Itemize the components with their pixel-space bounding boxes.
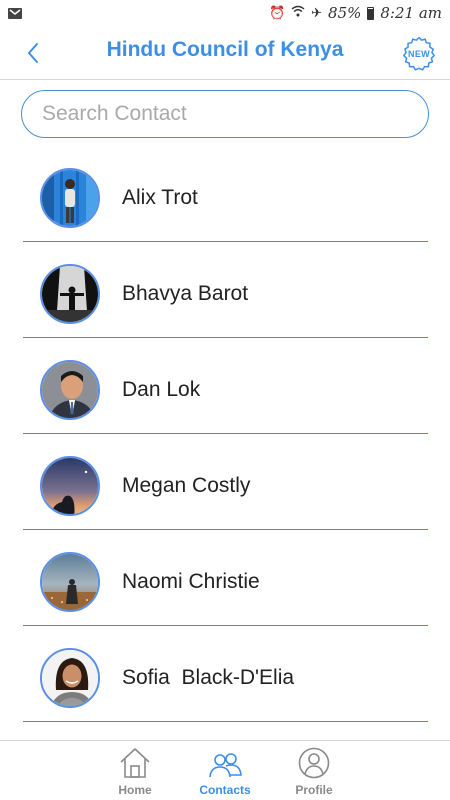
tab-contacts-label: Contacts [199,783,251,797]
gmail-icon [8,7,22,19]
airplane-icon: ✈ [311,5,323,21]
battery-icon [367,6,375,20]
app-header: Hindu Council of Kenya NEW [0,26,450,80]
search-input[interactable] [40,101,410,127]
profile-icon [298,747,330,779]
contact-name: Alix Trot [122,186,198,209]
contact-name: Naomi Christie [122,570,260,593]
avatar [40,168,100,228]
new-badge-label: NEW [408,49,430,59]
tab-contacts[interactable]: Contacts [190,747,260,799]
page-title: Hindu Council of Kenya [106,38,344,61]
contact-name: Megan Costly [122,474,251,497]
status-time: 8:21 am [380,4,442,22]
battery-percent: 85% [328,4,362,22]
search-box [21,90,429,138]
avatar [40,552,100,612]
contact-row[interactable]: Sofia Black-D'Elia [0,626,450,722]
contact-row[interactable]: Dan Lok [0,338,450,434]
avatar [40,648,100,708]
wifi-icon [291,5,305,21]
tab-home[interactable]: Home [100,747,170,799]
contacts-icon [209,753,242,778]
contact-name: Dan Lok [122,378,201,401]
contact-row[interactable]: Bhavya Barot [0,242,450,338]
home-icon [120,748,150,778]
contact-list: Alix Trot Bhavya Barot Dan Lok Megan Cos… [0,146,450,722]
contact-name: Bhavya Barot [122,282,249,305]
tab-profile-label: Profile [295,783,333,797]
divider [23,720,428,722]
contact-row[interactable]: Megan Costly [0,434,450,530]
avatar [40,360,100,420]
contact-name: Sofia Black-D'Elia [122,666,295,689]
status-bar: ⏰ ✈ 85% 8:21 am [0,0,450,26]
tab-profile[interactable]: Profile [279,747,349,799]
tab-home-label: Home [118,783,152,797]
new-badge-button[interactable]: NEW [401,36,437,72]
avatar [40,264,100,324]
contact-row[interactable]: Naomi Christie [0,530,450,626]
bottom-tab-bar: Home Contacts Profile [0,740,450,800]
alarm-icon: ⏰ [268,5,286,21]
avatar [40,456,100,516]
contact-row[interactable]: Alix Trot [0,146,450,242]
